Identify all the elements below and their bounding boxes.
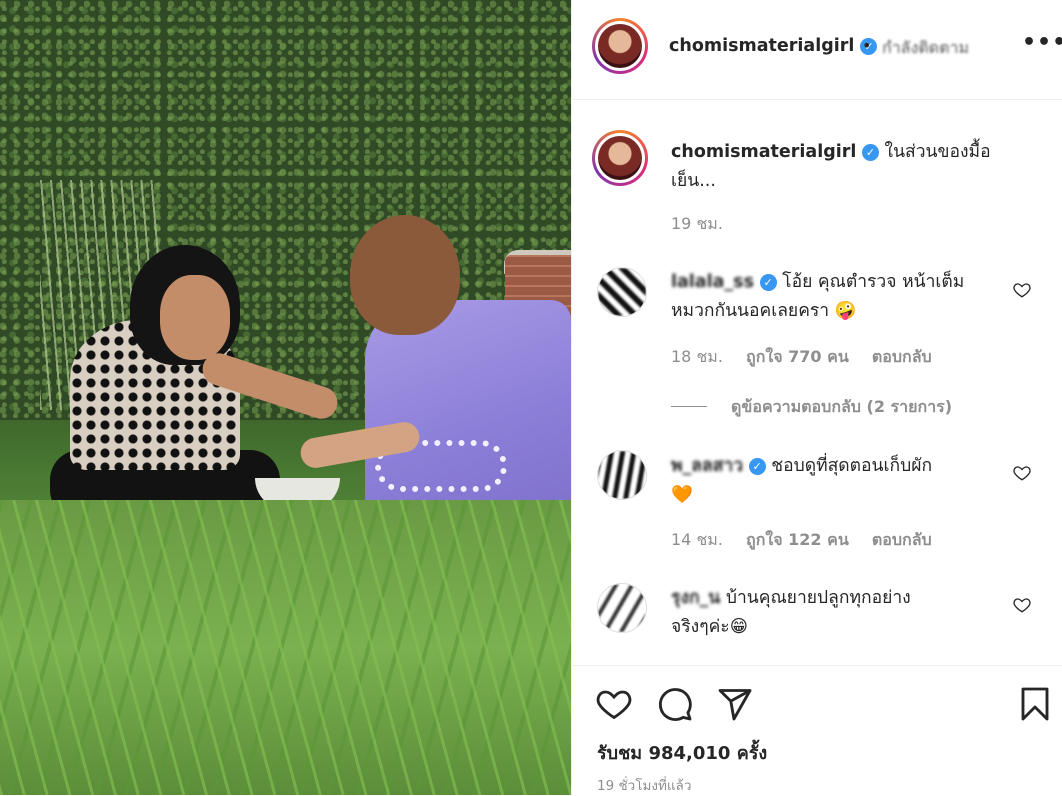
like-comment-heart-icon[interactable] (1013, 596, 1031, 614)
post-header: chomismaterialgirl ✓ • กำลังติดตาม ••• (572, 0, 1062, 100)
comment-username[interactable]: พ_ลลสาว (671, 456, 743, 476)
comment: พ_ลลสาว ✓ ชอบดูที่สุดตอนเก็บผัก 🧡 (671, 452, 932, 510)
view-count[interactable]: รับชม 984,010 ครั้ง (597, 738, 767, 767)
comment-likes[interactable]: ถูกใจ 122 คน (746, 530, 849, 549)
bookmark-icon[interactable] (1017, 686, 1053, 722)
caption: chomismaterialgirl ✓ ในส่วนของมื้อ เย็น.… (671, 138, 991, 196)
follow-status[interactable]: กำลังติดตาม (882, 36, 969, 61)
comment-reply-button[interactable]: ตอบกลับ (872, 347, 932, 366)
comment-text-cont: หมวกกันนอคเลยครา 🤪 (671, 301, 857, 321)
comment-time: 18 ชม. (671, 347, 723, 366)
caption-username[interactable]: chomismaterialgirl (671, 142, 856, 162)
paper-plane-icon[interactable] (717, 686, 753, 722)
comment-text: โอ้ย คุณตำรวจ หน้าเต็ม (782, 272, 965, 292)
comment-text: ชอบดูที่สุดตอนเก็บผัก (771, 456, 933, 476)
like-comment-heart-icon[interactable] (1013, 464, 1031, 482)
comment-likes[interactable]: ถูกใจ 770 คน (746, 347, 849, 366)
comment-text-cont: จริงๆค่ะ😁 (671, 617, 748, 637)
post-time-ago[interactable]: 19 ชั่วโมงที่แล้ว (597, 774, 691, 796)
author-avatar[interactable] (592, 18, 648, 74)
comment-username[interactable]: lalala_ss (671, 272, 754, 292)
verified-badge-icon: ✓ (748, 458, 766, 475)
post-actions-bar: รับชม 984,010 ครั้ง 19 ชั่วโมงที่แล้ว (572, 665, 1062, 796)
author-username[interactable]: chomismaterialgirl ✓ (669, 36, 878, 56)
caption-text-cont: เย็น... (671, 171, 716, 191)
comment-avatar[interactable] (597, 583, 647, 633)
post-media-video[interactable] (0, 0, 571, 795)
comment-text: บ้านคุณยายปลูกทุกอย่าง (725, 588, 911, 608)
vegetable-plants (0, 500, 571, 795)
heart-icon[interactable] (596, 686, 632, 722)
caption-author-avatar[interactable] (592, 130, 648, 186)
comment-reply-button[interactable]: ตอบกลับ (872, 530, 932, 549)
caption-text: ในส่วนของมื้อ (884, 142, 991, 162)
post-side-panel: chomismaterialgirl ✓ • กำลังติดตาม ••• c… (571, 0, 1062, 795)
comment-time: 14 ชม. (671, 530, 723, 549)
like-comment-heart-icon[interactable] (1013, 281, 1031, 299)
view-replies-button[interactable]: ดูข้อความตอบกลับ (2 รายการ) (671, 395, 952, 420)
reply-divider-line (671, 406, 707, 407)
comment: lalala_ss ✓ โอ้ย คุณตำรวจ หน้าเต็ม หมวกก… (671, 268, 964, 326)
comment: รุงก_น บ้านคุณยายปลูกทุกอย่าง จริงๆค่ะ😁 (671, 584, 911, 642)
separator-dot: • (862, 36, 872, 55)
verified-badge-icon: ✓ (759, 274, 777, 291)
more-options-button[interactable]: ••• (1022, 30, 1062, 55)
comment-avatar[interactable] (597, 267, 647, 317)
comment-text-cont: 🧡 (671, 485, 693, 505)
woman-right-hair (350, 215, 460, 335)
comment-username[interactable]: รุงก_น (671, 588, 720, 608)
comment-avatar[interactable] (597, 450, 647, 500)
comment-meta: 18 ชม. ถูกใจ 770 คน ตอบกลับ (671, 345, 932, 370)
caption-timestamp: 19 ชม. (671, 214, 723, 233)
comment-bubble-icon[interactable] (657, 686, 693, 722)
verified-badge-icon: ✓ (861, 144, 879, 161)
comment-meta: 14 ชม. ถูกใจ 122 คน ตอบกลับ (671, 528, 932, 553)
woman-left-face (160, 275, 230, 360)
